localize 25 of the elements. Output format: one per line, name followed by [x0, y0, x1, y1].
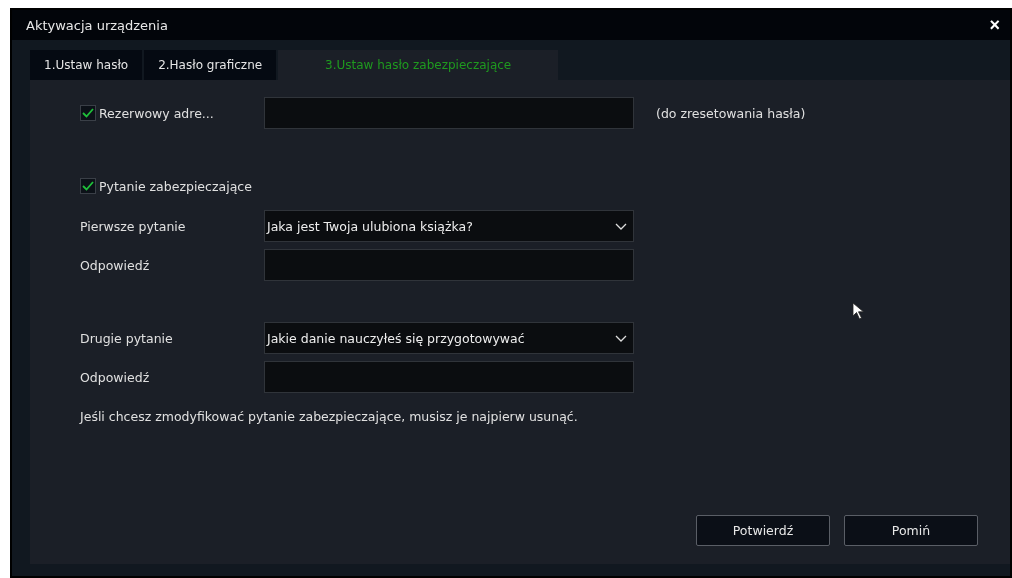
- checkbox[interactable]: [80, 105, 96, 121]
- field-label: Odpowiedź: [80, 257, 150, 273]
- checkbox-label: Rezerwowy adre...: [99, 105, 214, 121]
- answer-field[interactable]: [264, 249, 634, 281]
- question-dropdown[interactable]: Jaka jest Twoja ulubiona książka?: [264, 210, 634, 242]
- email-field[interactable]: [264, 97, 634, 129]
- field-label: Odpowiedź: [80, 369, 150, 385]
- note-text: Jeśli chcesz zmodyfikować pytanie zabezpieczające, musisz je najpierw usunąć.: [80, 408, 578, 424]
- mouse-pointer-icon: [852, 302, 866, 320]
- hint-text: (do zresetowania hasła): [656, 105, 806, 121]
- answer-field[interactable]: [264, 361, 634, 393]
- tab[interactable]: 3.Ustaw hasło zabezpieczające: [278, 50, 559, 80]
- dialog-button[interactable]: Potwierdź: [696, 515, 830, 546]
- field-label: Drugie pytanie: [80, 330, 173, 346]
- checkbox-label: Pytanie zabezpieczające: [99, 178, 252, 194]
- field-label: Pierwsze pytanie: [80, 218, 186, 234]
- close-button[interactable]: ×: [985, 14, 1004, 36]
- chevron-down-icon: [615, 222, 627, 230]
- chevron-down-icon: [615, 334, 627, 342]
- tab[interactable]: 1.Ustaw hasło: [30, 50, 143, 80]
- tab[interactable]: 2.Hasło graficzne: [144, 50, 277, 80]
- checkbox[interactable]: [80, 178, 96, 194]
- question-dropdown[interactable]: Jakie danie nauczyłeś się przygotowywać: [264, 322, 634, 354]
- dialog-button[interactable]: Pomiń: [844, 515, 978, 546]
- window-title: Aktywacja urządzenia: [26, 17, 168, 33]
